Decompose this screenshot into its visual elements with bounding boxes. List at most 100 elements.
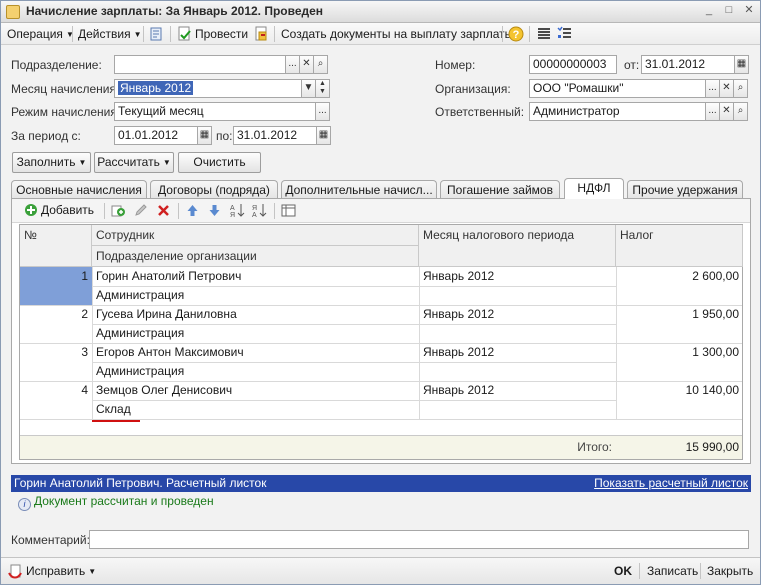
calendar-icon[interactable]: ▦: [197, 126, 212, 145]
chevron-down-icon[interactable]: ▼: [301, 79, 316, 98]
clear-icon[interactable]: ✕: [299, 55, 314, 74]
sort-asc-icon[interactable]: AЯ: [230, 202, 245, 218]
save-button[interactable]: Записать: [647, 564, 698, 578]
columns-icon[interactable]: [281, 203, 296, 218]
resp-label: Ответственный:: [435, 105, 525, 119]
footer-bar: Исправить ▼ OK Записать Закрыть: [1, 557, 760, 584]
month-field[interactable]: Январь 2012: [114, 79, 302, 98]
search-icon[interactable]: ⌕: [733, 102, 748, 121]
main-toolbar: Операция ▼ Действия ▼ Провести Создать док…: [1, 23, 760, 45]
col-header-tax[interactable]: Налог: [616, 225, 743, 267]
period-to-field[interactable]: 31.01.2012: [233, 126, 317, 145]
tab-other-deductions[interactable]: Прочие удержания: [627, 180, 743, 199]
select-button[interactable]: ...: [315, 102, 330, 121]
tab-ndfl[interactable]: НДФЛ: [564, 178, 624, 199]
row-employee: Гусева Ирина Даниловна: [96, 307, 237, 321]
row-employee: Земцов Олег Денисович: [96, 383, 233, 397]
select-button[interactable]: ...: [705, 102, 720, 121]
date-field[interactable]: 31.01.2012: [641, 55, 735, 74]
clear-icon[interactable]: ✕: [719, 79, 734, 98]
toolbar-divider: [104, 203, 105, 219]
month-value: Январь 2012: [118, 81, 194, 95]
calculate-button[interactable]: Рассчитать ▼: [94, 152, 174, 173]
row-subdivision: Склад: [96, 402, 131, 416]
clear-button[interactable]: Очистить: [178, 152, 261, 173]
mode-field[interactable]: Текущий месяц: [114, 102, 316, 121]
toolbar-divider: [143, 26, 144, 42]
ndfl-panel: Добавить AЯ ЯA № Сотрудник Подразделение…: [11, 198, 751, 464]
show-payslip-link[interactable]: Показать расчетный листок: [594, 475, 748, 492]
settings-list-icon[interactable]: [557, 26, 573, 42]
row-divider: [92, 324, 616, 325]
close-icon[interactable]: ✕: [741, 4, 757, 19]
print-icon[interactable]: [253, 26, 269, 42]
row-divider: [20, 305, 742, 306]
delete-icon[interactable]: [156, 203, 171, 218]
close-button[interactable]: Закрыть: [707, 564, 753, 578]
toolbar-divider: [274, 203, 275, 219]
row-divider: [92, 400, 616, 401]
tab-loans[interactable]: Погашение займов: [440, 180, 560, 199]
edit-icon[interactable]: [133, 203, 148, 218]
row-month: Январь 2012: [423, 307, 495, 321]
minimize-icon[interactable]: _: [701, 4, 717, 19]
operation-menu[interactable]: Операция ▼: [7, 26, 74, 42]
clear-icon[interactable]: ✕: [719, 102, 734, 121]
info-text: Документ рассчитан и проведен: [34, 494, 214, 508]
fix-button[interactable]: Исправить ▼: [26, 564, 96, 578]
tab-additional-accruals[interactable]: Дополнительные начисл...: [281, 180, 437, 199]
ok-button[interactable]: OK: [614, 564, 632, 578]
footer-divider: [700, 563, 701, 579]
tab-contracts[interactable]: Договоры (подряда): [150, 180, 278, 199]
select-button[interactable]: ...: [285, 55, 300, 74]
svg-text:?: ?: [513, 29, 520, 41]
post-button[interactable]: Провести: [195, 26, 248, 42]
subdivision-field[interactable]: [114, 55, 286, 74]
comment-field[interactable]: [89, 530, 749, 549]
fill-button[interactable]: Заполнить ▼: [12, 152, 91, 173]
number-field[interactable]: 00000000003: [529, 55, 617, 74]
structure-icon[interactable]: [149, 26, 165, 42]
row-tax: 10 140,00: [685, 383, 739, 397]
document-icon: [6, 5, 20, 19]
col-divider: [616, 267, 617, 419]
copy-icon[interactable]: [111, 203, 126, 218]
info-message: i Документ рассчитан и проведен: [11, 494, 214, 511]
col-header-month[interactable]: Месяц налогового периода: [419, 225, 616, 267]
move-up-icon[interactable]: [185, 203, 200, 218]
list-icon[interactable]: [536, 26, 552, 42]
row-num: 2: [81, 307, 88, 321]
org-field[interactable]: ООО "Ромашки": [529, 79, 706, 98]
help-icon[interactable]: ?: [508, 26, 524, 42]
maximize-icon[interactable]: □: [721, 4, 737, 19]
row-divider: [20, 419, 742, 420]
post-icon: [178, 26, 191, 41]
row-num: 3: [81, 345, 88, 359]
document-window: Начисление зарплаты: За Январь 2012. Про…: [0, 0, 761, 585]
period-from-field[interactable]: 01.01.2012: [114, 126, 198, 145]
row-month: Январь 2012: [423, 345, 495, 359]
number-label: Номер:: [435, 58, 476, 72]
col-header-subdivision[interactable]: Подразделение организации: [92, 246, 419, 267]
col-header-employee[interactable]: Сотрудник: [92, 225, 419, 246]
actions-menu[interactable]: Действия ▼: [78, 26, 142, 42]
row-employee: Горин Анатолий Петрович: [96, 269, 242, 283]
add-button[interactable]: Добавить: [41, 203, 94, 217]
resp-field[interactable]: Администратор: [529, 102, 706, 121]
search-icon[interactable]: ⌕: [313, 55, 328, 74]
move-down-icon[interactable]: [207, 203, 222, 218]
sort-desc-icon[interactable]: ЯA: [252, 202, 267, 218]
tab-main-accruals[interactable]: Основные начисления: [11, 180, 147, 199]
search-icon[interactable]: ⌕: [733, 79, 748, 98]
select-button[interactable]: ...: [705, 79, 720, 98]
svg-text:A: A: [230, 205, 235, 212]
ndfl-table: № Сотрудник Подразделение организации Ме…: [19, 224, 743, 460]
calendar-icon[interactable]: ▦: [316, 126, 331, 145]
table-toolbar: Добавить AЯ ЯA: [12, 199, 750, 223]
spin-icon[interactable]: ▲ ▼: [315, 79, 330, 98]
create-payment-docs-button[interactable]: Создать документы на выплату зарплаты: [281, 26, 513, 42]
date-label: от:: [624, 58, 640, 72]
toolbar-divider: [274, 26, 275, 42]
calendar-icon[interactable]: ▦: [734, 55, 749, 74]
col-header-num[interactable]: №: [20, 225, 92, 267]
